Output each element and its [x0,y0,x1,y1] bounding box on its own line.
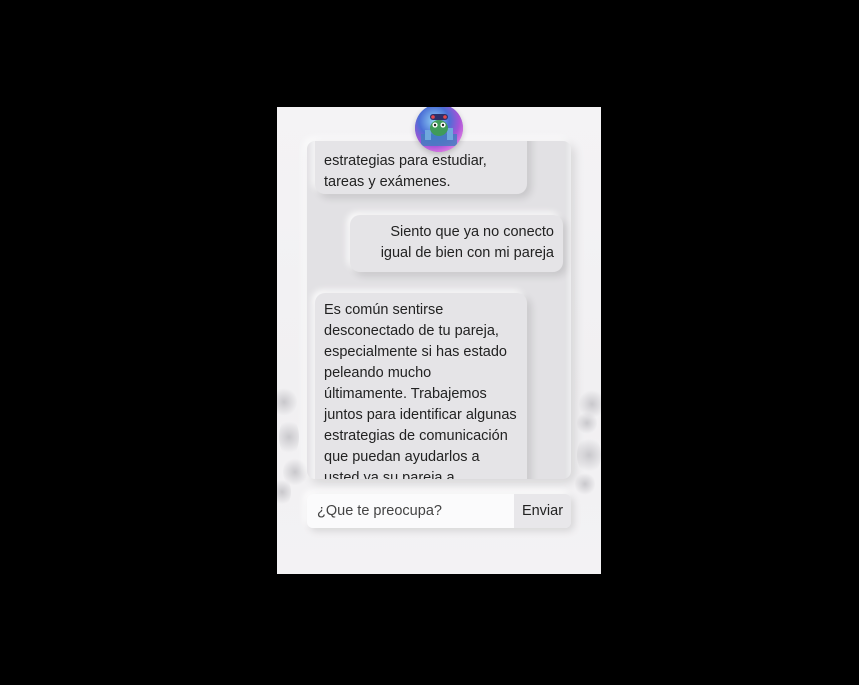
bot-message: Es común sentirse desconectado de tu par… [315,293,527,479]
chat-app: estrategias para estudiar, tareas y exám… [277,107,601,574]
bot-message: estrategias para estudiar, tareas y exám… [315,141,527,194]
chat-window[interactable]: estrategias para estudiar, tareas y exám… [307,141,571,479]
message-text: Es común sentirse desconectado de tu par… [324,302,517,479]
scrollbar[interactable] [565,141,571,479]
message-list[interactable]: estrategias para estudiar, tareas y exám… [307,141,571,479]
message-text: estrategias para estudiar, tareas y exám… [324,153,487,190]
message-text: Siento que ya no conecto igual de bien c… [380,224,554,261]
message-composer: Enviar [307,494,571,528]
user-message: Siento que ya no conecto igual de bien c… [350,215,563,272]
send-button[interactable]: Enviar [514,494,571,528]
message-input[interactable] [307,494,514,528]
